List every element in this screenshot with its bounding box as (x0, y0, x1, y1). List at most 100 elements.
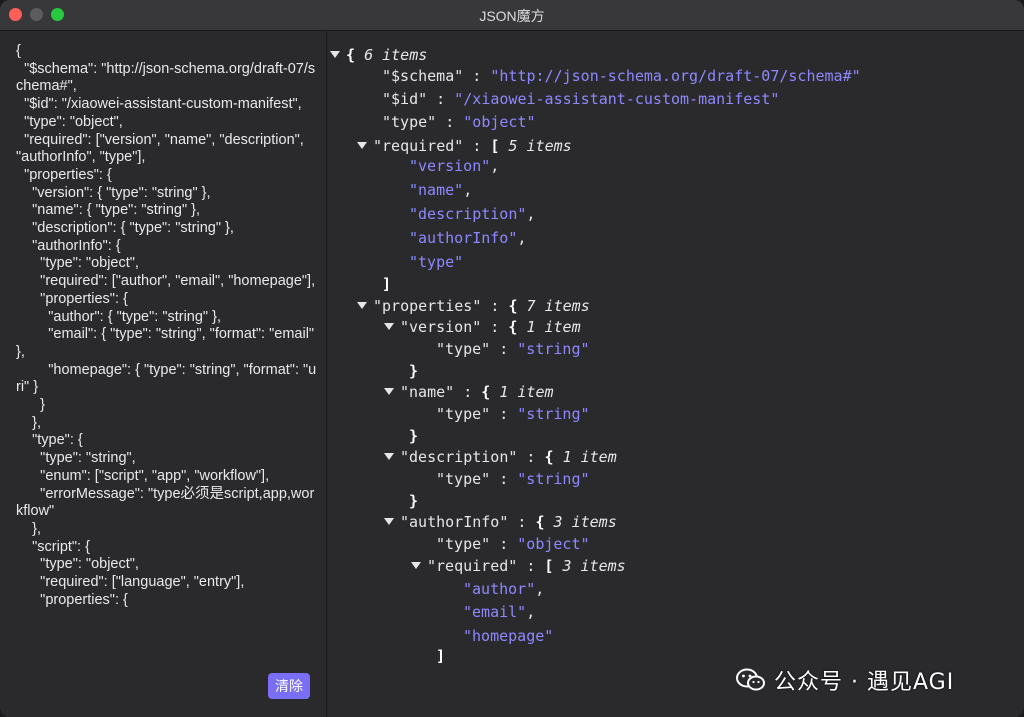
collapse-arrow-icon[interactable] (384, 323, 394, 330)
node-colon: : (481, 297, 509, 315)
node-bracket: { (508, 318, 518, 336)
tree-node: "author", (463, 578, 544, 600)
tree-node: "$schema" : "http://json-schema.org/draf… (382, 65, 861, 87)
node-value: "author" (463, 580, 536, 598)
collapse-arrow-icon[interactable] (384, 453, 394, 460)
tree-node: "version", (409, 155, 499, 177)
tree-node[interactable]: "required" : [ 3 items (411, 555, 626, 577)
node-bracket: } (409, 492, 419, 510)
node-key: "$schema" (382, 67, 464, 85)
tree-node: "type" : "string" (436, 338, 590, 360)
node-bracket: [ (544, 557, 554, 575)
node-item-count: 1 item (499, 383, 554, 401)
collapse-arrow-icon[interactable] (384, 518, 394, 525)
app-window: JSON魔方 { "$schema": "http://json-schema.… (0, 0, 1024, 717)
tree-node: } (409, 490, 418, 512)
node-item-count: 3 items (562, 557, 626, 575)
node-item-count: 7 items (526, 297, 590, 315)
editor-line: "type": "object", (16, 255, 139, 272)
node-item-count: 3 items (553, 513, 617, 531)
tree-node[interactable]: "version" : { 1 item (384, 316, 581, 338)
tree-node[interactable]: "required" : [ 5 items (357, 135, 572, 157)
collapse-arrow-icon[interactable] (330, 51, 340, 58)
collapse-arrow-icon[interactable] (411, 562, 421, 569)
collapse-arrow-icon[interactable] (357, 302, 367, 309)
tree-node: "name", (409, 179, 472, 201)
node-colon: : (463, 67, 491, 85)
watermark: 公众号 · 遇见AGI (736, 664, 954, 696)
clear-button[interactable]: 清除 (268, 673, 310, 699)
editor-line: "type": "object", (16, 113, 123, 130)
editor-line: "enum": ["script", "app", "workflow"], (16, 467, 270, 484)
editor-line: "required": ["author", "email", "homepag… (16, 273, 316, 290)
watermark-text: 公众号 · 遇见AGI (774, 670, 955, 695)
node-value: "type" (409, 253, 464, 271)
node-bracket: { (508, 297, 518, 315)
tree-node: "type" : "string" (436, 403, 590, 425)
editor-line: "description": { "type": "string" }, (16, 220, 234, 237)
editor-line: } (16, 397, 46, 414)
node-colon: : (517, 448, 545, 466)
editor-line: "errorMessage": "type必须是script,app,workf… (16, 485, 315, 520)
tree-node[interactable]: "authorInfo" : { 3 items (384, 511, 617, 533)
node-key: "description" (400, 448, 518, 466)
editor-line: "type": "object", (16, 556, 139, 573)
tree-node: "description", (409, 203, 535, 225)
node-bracket: { (481, 383, 491, 401)
node-bracket: ] (436, 647, 446, 665)
node-key: "type" (436, 535, 491, 553)
tree-node: ] (382, 273, 391, 295)
node-key: "required" (427, 557, 518, 575)
node-bracket: ] (382, 275, 392, 293)
tree-node[interactable]: { 6 items (330, 44, 427, 66)
node-key: "required" (373, 137, 464, 155)
editor-line: "author": { "type": "string" }, (16, 308, 221, 325)
collapse-arrow-icon[interactable] (384, 388, 394, 395)
editor-line: "authorInfo": { (16, 237, 121, 254)
node-bracket: { (346, 46, 356, 64)
node-bracket: { (544, 448, 554, 466)
node-value: "authorInfo" (409, 229, 518, 247)
node-value: "/xiaowei-assistant-custom-manifest" (454, 90, 780, 108)
node-key: "type" (436, 340, 491, 358)
node-colon: : (436, 113, 464, 131)
node-value: "homepage" (463, 627, 554, 645)
node-bracket: } (409, 427, 419, 445)
tree-node[interactable]: "description" : { 1 item (384, 446, 617, 468)
editor-line: "homepage": { "type": "string", "format"… (16, 361, 317, 396)
node-key: "authorInfo" (400, 513, 509, 531)
node-colon: : (463, 137, 491, 155)
node-key: "type" (436, 470, 491, 488)
editor-line: { (16, 43, 21, 59)
node-colon: : (427, 90, 455, 108)
node-bracket: [ (490, 137, 500, 155)
node-comma: , (463, 181, 473, 199)
editor-line: "$id": "/xiaowei-assistant-custom-manife… (16, 96, 302, 113)
tree-node: "type" : "string" (436, 468, 590, 490)
node-value: "object" (463, 113, 536, 131)
node-comma: , (526, 603, 536, 621)
tree-node: "email", (463, 601, 535, 623)
tree-node: "homepage" (463, 625, 553, 647)
tree-node[interactable]: "properties" : { 7 items (357, 295, 590, 317)
node-colon: : (517, 557, 545, 575)
json-input-panel: { "$schema": "http://json-schema.org/dra… (0, 31, 327, 717)
collapse-arrow-icon[interactable] (357, 142, 367, 149)
json-input-textarea[interactable]: { "$schema": "http://json-schema.org/dra… (16, 43, 318, 675)
node-colon: : (490, 340, 518, 358)
node-value: "string" (517, 470, 590, 488)
node-colon: : (508, 513, 536, 531)
editor-line: "required": ["version", "name", "descrip… (16, 131, 308, 166)
node-key: "name" (400, 383, 455, 401)
editor-line: "name": { "type": "string" }, (16, 202, 201, 219)
json-tree-panel: { 6 items "$schema" : "http://json-schema… (327, 31, 1024, 717)
tree-node: "type" : "object" (436, 533, 590, 555)
node-key: "type" (436, 405, 491, 423)
node-value: "string" (517, 340, 590, 358)
tree-node: "type" (409, 251, 463, 273)
tree-node[interactable]: "name" : { 1 item (384, 381, 554, 403)
node-colon: : (490, 470, 518, 488)
window-title: JSON魔方 (479, 8, 545, 24)
node-colon: : (490, 405, 518, 423)
node-value: "object" (517, 535, 590, 553)
